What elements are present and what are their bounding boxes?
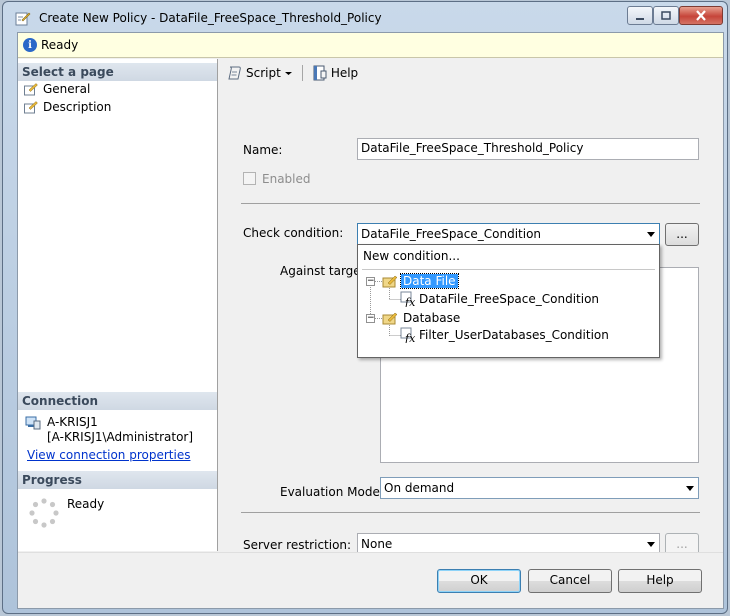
- check-condition-dropdown: New condition... − Data File fx DataFile…: [357, 244, 660, 358]
- policy-icon: [15, 12, 31, 26]
- window-title: Create New Policy - DataFile_FreeSpace_T…: [39, 11, 382, 25]
- close-button[interactable]: [679, 6, 723, 25]
- tree-item-label: Filter_UserDatabases_Condition: [419, 328, 609, 342]
- collapse-icon[interactable]: −: [366, 314, 375, 323]
- script-label: Script: [246, 65, 281, 80]
- svg-text:fx: fx: [404, 332, 416, 343]
- progress-status: Ready: [67, 497, 105, 511]
- toolbar: Script Help: [219, 59, 723, 86]
- check-condition-browse-button[interactable]: ...: [665, 223, 699, 246]
- page-item-description[interactable]: Description: [24, 100, 111, 114]
- divider: [241, 512, 700, 513]
- facet-folder-icon: [382, 312, 398, 324]
- dialog-footer: OK Cancel Help: [18, 552, 723, 608]
- svg-text:fx: fx: [404, 296, 416, 307]
- chevron-down-icon: [686, 486, 694, 491]
- server-icon: [25, 416, 41, 430]
- evaluation-mode-value: On demand: [384, 481, 455, 495]
- view-connection-properties-link[interactable]: View connection properties: [27, 448, 190, 462]
- title-bar[interactable]: Create New Policy - DataFile_FreeSpace_T…: [3, 2, 727, 32]
- page-item-general[interactable]: General: [24, 82, 90, 96]
- tree-group-data-file[interactable]: Data File: [382, 273, 459, 289]
- name-field[interactable]: DataFile_FreeSpace_Threshold_Policy: [357, 138, 699, 160]
- page-icon: [24, 82, 38, 95]
- check-condition-combo[interactable]: DataFile_FreeSpace_Condition: [357, 223, 660, 245]
- toolbar-separator: [301, 64, 303, 81]
- dialog-window: Create New Policy - DataFile_FreeSpace_T…: [2, 1, 728, 614]
- close-icon: [696, 10, 706, 21]
- progress-spinner-icon: [29, 498, 59, 528]
- tree-item-datafile-condition[interactable]: fx DataFile_FreeSpace_Condition: [400, 291, 599, 307]
- select-page-header: Select a page: [18, 63, 217, 81]
- ok-button[interactable]: OK: [437, 569, 521, 593]
- help-toolbar-button[interactable]: Help: [309, 63, 361, 83]
- right-pane: Script Help Name: DataFile_FreeSpace_Thr…: [219, 59, 723, 556]
- server-restriction-value: None: [361, 537, 393, 551]
- page-icon: [24, 100, 38, 113]
- chevron-down-icon: [284, 71, 292, 75]
- left-pane: Select a page General Description Connec…: [18, 59, 218, 551]
- facet-folder-icon: [382, 275, 398, 287]
- tree-group-label: Database: [403, 311, 461, 325]
- maximize-icon: [661, 10, 671, 20]
- evaluation-mode-combo[interactable]: On demand: [380, 477, 699, 499]
- enabled-label: Enabled: [262, 172, 311, 186]
- condition-function-icon: fx: [400, 327, 416, 343]
- page-label: Description: [43, 100, 112, 114]
- help-toolbar-label: Help: [330, 65, 359, 80]
- collapse-icon[interactable]: −: [366, 277, 375, 286]
- progress-header: Progress: [18, 471, 217, 489]
- help-button[interactable]: Help: [618, 569, 702, 593]
- chevron-down-icon: [647, 542, 655, 547]
- status-text: Ready: [41, 38, 79, 52]
- evaluation-mode-label: Evaluation Mode:: [280, 485, 384, 499]
- connection-server: A-KRISJ1: [47, 415, 98, 429]
- help-book-icon: [313, 65, 327, 80]
- info-icon: i: [23, 38, 37, 52]
- minimize-icon: [636, 17, 644, 20]
- enabled-checkbox[interactable]: [243, 172, 256, 185]
- script-icon: [228, 66, 241, 79]
- divider: [241, 203, 700, 204]
- tree-group-database[interactable]: Database: [382, 311, 462, 325]
- tree-item-label: DataFile_FreeSpace_Condition: [419, 292, 600, 306]
- server-restriction-label: Server restriction:: [243, 538, 352, 552]
- dialog-client: i Ready Select a page General Descriptio…: [17, 32, 724, 609]
- tree-group-label: Data File: [400, 273, 459, 289]
- check-condition-value: DataFile_FreeSpace_Condition: [361, 227, 542, 241]
- condition-function-icon: fx: [400, 291, 416, 307]
- check-condition-label: Check condition:: [243, 226, 344, 240]
- status-bar: i Ready: [18, 33, 723, 58]
- page-label: General: [43, 82, 91, 96]
- cancel-button[interactable]: Cancel: [528, 569, 612, 593]
- tree-item-filter-condition[interactable]: fx Filter_UserDatabases_Condition: [400, 327, 609, 343]
- script-button[interactable]: Script: [224, 63, 296, 83]
- connection-user: [A-KRISJ1\Administrator]: [47, 430, 194, 444]
- maximize-button[interactable]: [653, 6, 679, 25]
- connection-header: Connection: [18, 392, 217, 410]
- name-label: Name:: [243, 143, 283, 157]
- chevron-down-icon: [647, 232, 655, 237]
- minimize-button[interactable]: [627, 6, 653, 25]
